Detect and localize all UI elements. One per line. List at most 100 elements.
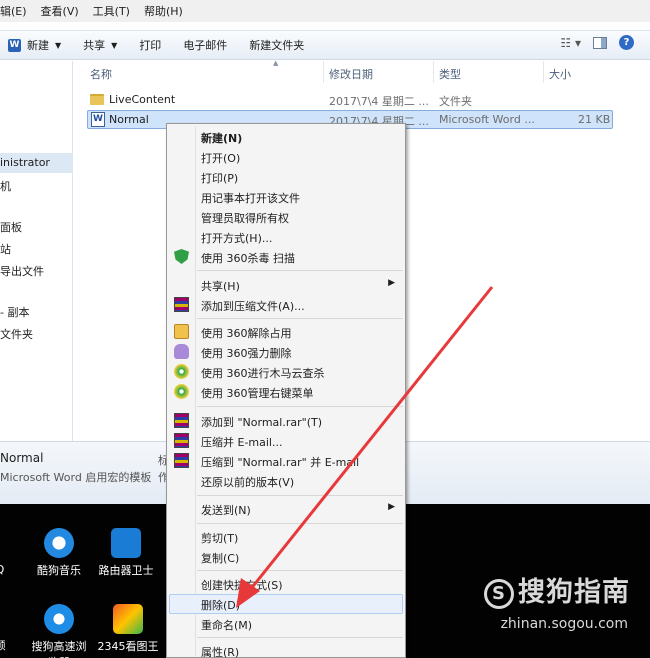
column-name[interactable]: 名称 xyxy=(90,66,112,82)
menu-item-add-archive[interactable]: 添加到压缩文件(A)... xyxy=(169,295,403,315)
column-divider[interactable] xyxy=(543,61,544,83)
menu-item-cut[interactable]: 剪切(T) xyxy=(169,527,403,547)
desktop-icon-label: 路由器卫士 xyxy=(98,564,154,577)
menu-label: 打印(P) xyxy=(201,172,239,185)
menu-item-send-to[interactable]: 发送到(N) ▶ xyxy=(169,499,403,519)
menu-item-create-shortcut[interactable]: 创建快捷方式(S) xyxy=(169,574,403,594)
watermark-text: 搜狗指南 xyxy=(518,577,630,608)
help-icon[interactable]: ? xyxy=(619,35,634,50)
menu-item-360-menu-manager[interactable]: 使用 360管理右键菜单 xyxy=(169,382,403,402)
menu-separator xyxy=(197,570,403,571)
menu-help[interactable]: 帮助(H) xyxy=(144,3,183,19)
winrar-icon xyxy=(174,413,189,428)
nav-item-copy[interactable]: - 副本 xyxy=(0,304,29,320)
menu-item-zip-email[interactable]: 压缩并 E-mail... xyxy=(169,431,403,451)
command-bar: W 新建 ▼ 共享 ▼ 打印 电子邮件 新建文件夹 ☷ ▾ ? xyxy=(0,30,650,60)
image-viewer-icon xyxy=(113,604,143,634)
file-row-livecontent[interactable]: LiveContent 2017\7\4 星期二 ... 文件夹 xyxy=(87,91,613,110)
word-document-icon xyxy=(91,112,105,127)
menu-label: 复制(C) xyxy=(201,552,240,565)
menu-separator xyxy=(197,406,403,407)
desktop-icon-sogou-browser[interactable]: 搜狗高速浏 览器 xyxy=(27,604,91,658)
menu-bar: 辑(E) 查看(V) 工具(T) 帮助(H) xyxy=(0,0,650,22)
menu-label: 创建快捷方式(S) xyxy=(201,579,283,592)
column-divider[interactable] xyxy=(433,61,434,83)
desktop-icon-label: 搜狗高速浏 xyxy=(31,640,87,653)
nav-item-computer[interactable]: 机 xyxy=(0,178,11,194)
360-shield-icon xyxy=(174,249,189,264)
menu-item-360-scan[interactable]: 使用 360杀毒 扫描 xyxy=(169,247,403,267)
menu-item-take-ownership[interactable]: 管理员取得所有权 xyxy=(169,207,403,227)
column-size[interactable]: 大小 xyxy=(549,66,571,82)
menu-label: 重命名(M) xyxy=(201,619,253,632)
chevron-down-icon: ▼ xyxy=(111,40,118,50)
menu-item-properties[interactable]: 属性(R) xyxy=(169,641,403,658)
menu-label: 添加到压缩文件(A)... xyxy=(201,300,305,313)
menu-item-add-rar[interactable]: 添加到 "Normal.rar"(T) xyxy=(169,411,403,431)
menu-item-rar-email[interactable]: 压缩到 "Normal.rar" 并 E-mail xyxy=(169,451,403,471)
desktop-icon-label: 2345看图王 xyxy=(97,640,159,653)
menu-item-360-force-delete[interactable]: 使用 360强力删除 xyxy=(169,342,403,362)
menu-item-share[interactable]: 共享(H) ▶ xyxy=(169,275,403,295)
menu-label: 用记事本打开该文件 xyxy=(201,192,300,205)
menu-item-delete[interactable]: 删除(D) xyxy=(169,594,403,614)
menu-tools[interactable]: 工具(T) xyxy=(93,3,130,19)
nav-item-control-panel[interactable]: 面板 xyxy=(0,219,22,235)
file-type: 文件夹 xyxy=(439,95,472,108)
360-unlock-icon xyxy=(174,324,189,339)
menu-item-notepad[interactable]: 用记事本打开该文件 xyxy=(169,187,403,207)
new-button[interactable]: W 新建 ▼ xyxy=(0,34,72,56)
column-divider[interactable] xyxy=(323,61,324,83)
menu-item-open-with[interactable]: 打开方式(H)... xyxy=(169,227,403,247)
menu-edit[interactable]: 辑(E) xyxy=(0,3,27,19)
menu-label: 管理员取得所有权 xyxy=(201,212,289,225)
menu-item-copy[interactable]: 复制(C) xyxy=(169,547,403,567)
menu-separator xyxy=(197,523,403,524)
menu-label: 属性(R) xyxy=(201,646,240,658)
column-headers: 名称 ▲ 修改日期 类型 大小 xyxy=(73,59,650,83)
menu-item-360-trojan-scan[interactable]: 使用 360进行木马云查杀 xyxy=(169,362,403,382)
file-size: 21 KB xyxy=(578,113,611,126)
nav-item-recycle[interactable]: 站 xyxy=(0,241,11,257)
desktop-icon-label: Q xyxy=(0,563,4,576)
menu-label: 压缩并 E-mail... xyxy=(201,436,283,449)
menu-separator xyxy=(197,637,403,638)
print-button[interactable]: 打印 xyxy=(128,34,172,56)
menu-item-rename[interactable]: 重命名(M) xyxy=(169,614,403,634)
desktop-icon-kugou[interactable]: 酷狗音乐 xyxy=(29,528,89,578)
menu-item-print[interactable]: 打印(P) xyxy=(169,167,403,187)
email-button[interactable]: 电子邮件 xyxy=(172,34,238,56)
menu-item-new[interactable]: 新建(N) xyxy=(169,127,403,147)
menu-item-open[interactable]: 打开(O) xyxy=(169,147,403,167)
nav-item-folder[interactable]: 文件夹 xyxy=(0,326,33,342)
menu-label: 使用 360杀毒 扫描 xyxy=(201,252,295,265)
column-date[interactable]: 修改日期 xyxy=(329,66,373,82)
preview-pane-icon[interactable] xyxy=(593,36,607,49)
sogou-browser-icon xyxy=(44,604,74,634)
desktop-icon-router[interactable]: 路由器卫士 xyxy=(96,528,156,578)
file-date: 2017\7\4 星期二 ... xyxy=(329,95,429,108)
menu-label: 发送到(N) xyxy=(201,504,251,517)
nav-item-export[interactable]: 导出文件 xyxy=(0,263,44,279)
column-type[interactable]: 类型 xyxy=(439,66,461,82)
share-button[interactable]: 共享 ▼ xyxy=(72,34,128,56)
menu-item-360-unlock[interactable]: 使用 360解除占用 xyxy=(169,322,403,342)
menu-label: 新建(N) xyxy=(201,132,243,145)
menu-label: 删除(D) xyxy=(201,599,241,612)
menu-item-restore-versions[interactable]: 还原以前的版本(V) xyxy=(169,471,403,491)
desktop-icon-2345[interactable]: 2345看图王 xyxy=(96,604,160,654)
new-folder-button[interactable]: 新建文件夹 xyxy=(238,34,315,56)
folder-icon xyxy=(90,94,104,105)
menu-label: 还原以前的版本(V) xyxy=(201,476,295,489)
share-label: 共享 xyxy=(83,39,106,52)
menu-label: 使用 360解除占用 xyxy=(201,327,292,340)
360-shredder-icon xyxy=(174,344,189,359)
menu-view[interactable]: 查看(V) xyxy=(41,3,79,19)
menu-separator xyxy=(197,495,403,496)
winrar-icon xyxy=(174,433,189,448)
nav-item-user[interactable]: inistrator xyxy=(0,153,73,173)
desktop-icon-partial-1[interactable]: Q xyxy=(0,563,20,576)
menu-label: 剪切(T) xyxy=(201,532,239,545)
desktop-icon-partial-2[interactable]: 频 xyxy=(0,637,20,653)
view-options-icon[interactable]: ☷ ▾ xyxy=(560,36,581,50)
